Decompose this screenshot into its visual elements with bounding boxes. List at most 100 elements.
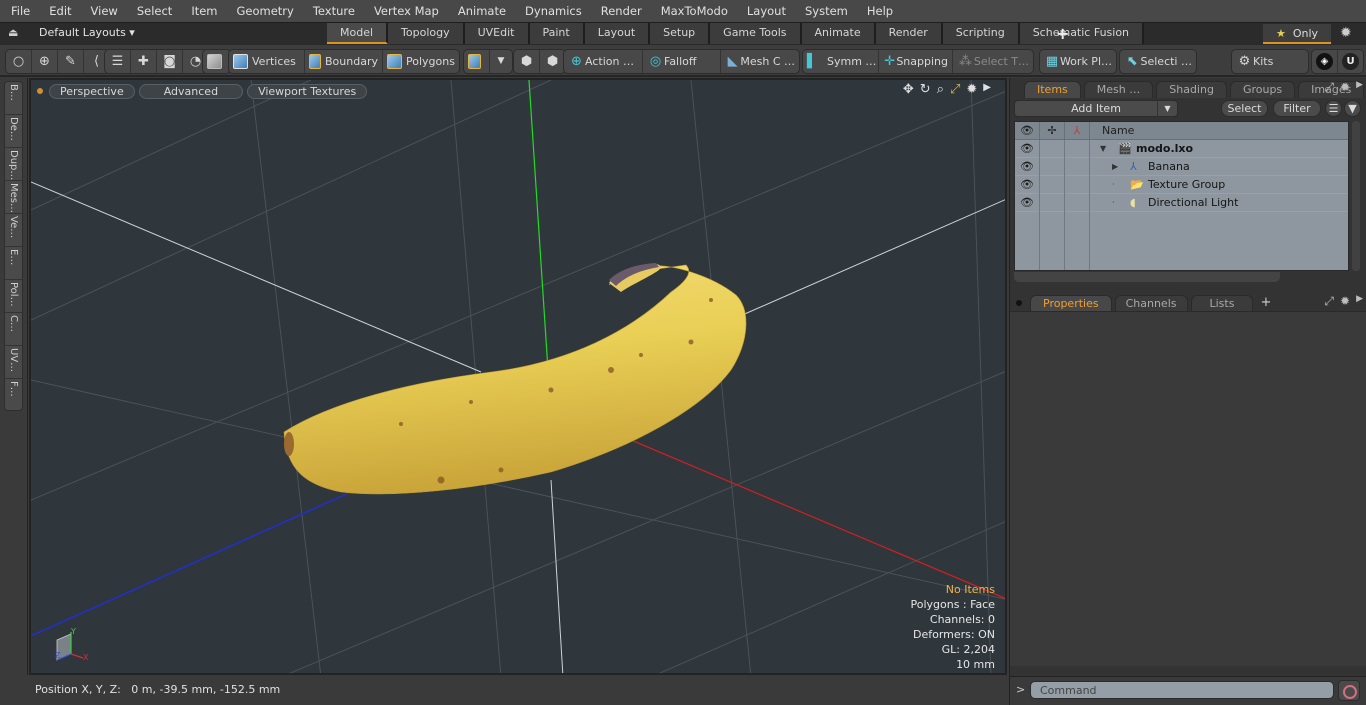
selection-sets-button[interactable]: ⬉ Selecti … xyxy=(1120,50,1196,73)
expand-panel-icon[interactable]: ⤢ xyxy=(1324,294,1334,309)
zoom-magnifier-icon[interactable]: ⌕ xyxy=(937,82,944,97)
tab-mesh[interactable]: Mesh … xyxy=(1083,81,1154,98)
add-properties-tab-button[interactable]: + xyxy=(1260,295,1271,310)
pan-move-icon[interactable]: ✥ xyxy=(903,82,914,97)
add-tab-button[interactable]: + xyxy=(1056,24,1069,43)
center-button[interactable]: ⬢ xyxy=(514,50,540,73)
tool-tab-vertex[interactable]: Ve… xyxy=(5,214,22,247)
unreal-button[interactable]: U xyxy=(1338,50,1363,73)
tab-uvedit[interactable]: UVEdit xyxy=(464,23,530,44)
mode-dropdown-button[interactable]: ▼ xyxy=(490,50,512,73)
locator-column-icon[interactable]: ⅄ xyxy=(1065,122,1090,139)
command-input[interactable] xyxy=(1030,681,1334,699)
inset-tool-button[interactable]: ◙ xyxy=(157,50,183,73)
menu-edit[interactable]: Edit xyxy=(38,4,79,18)
boundary-mode-button[interactable]: Boundary xyxy=(305,50,383,73)
tab-channels[interactable]: Channels xyxy=(1114,295,1188,312)
menu-system[interactable]: System xyxy=(794,4,856,18)
rotate-icon[interactable]: ↻ xyxy=(920,82,931,97)
lock-column-icon[interactable]: ✢ xyxy=(1040,122,1065,139)
viewport-gear-icon[interactable]: ✹ xyxy=(966,82,977,97)
viewport-arrow-right-icon[interactable]: ▶ xyxy=(983,82,991,97)
maximize-icon[interactable]: ⤢ xyxy=(950,82,960,97)
record-macro-icon[interactable] xyxy=(1338,680,1360,701)
visibility-column-icon[interactable]: 👁 xyxy=(1015,122,1040,139)
menu-geometry[interactable]: Geometry xyxy=(226,4,302,18)
snapping-button[interactable]: ✛ Snapping xyxy=(879,50,953,73)
workplane-button[interactable]: ▦ Work Pl… xyxy=(1040,50,1116,73)
tab-groups[interactable]: Groups xyxy=(1229,81,1296,98)
select-through-button[interactable]: ⁂ Select T… xyxy=(953,50,1033,73)
tab-properties[interactable]: Properties xyxy=(1030,295,1112,312)
panel-arrow-right-icon[interactable]: ▶ xyxy=(1356,80,1363,95)
panel-gear-icon[interactable]: ✹ xyxy=(1340,80,1350,95)
shading-mode-button[interactable]: Advanced xyxy=(138,83,244,99)
panel-arrow-right-icon[interactable]: ▶ xyxy=(1356,294,1363,309)
tool-tab-uv[interactable]: UV… xyxy=(5,346,22,379)
pen-tool-button[interactable]: ✎ xyxy=(58,50,84,73)
gear-icon[interactable]: ✹ xyxy=(1340,25,1352,41)
tab-items[interactable]: Items xyxy=(1024,81,1081,98)
view-mode-button[interactable]: Perspective xyxy=(49,83,135,99)
tab-topology[interactable]: Topology xyxy=(388,23,465,44)
bevel-tool-button[interactable]: ☰ xyxy=(105,50,131,73)
menu-vertex-map[interactable]: Vertex Map xyxy=(363,4,447,18)
tool-tab-curve[interactable]: C… xyxy=(5,313,22,346)
viewport-menu-dot-icon[interactable] xyxy=(37,88,43,94)
menu-animate[interactable]: Animate xyxy=(447,4,514,18)
menu-render[interactable]: Render xyxy=(590,4,650,18)
symmetry-button[interactable]: ▌ Symm … xyxy=(803,50,879,73)
panel-gear-icon[interactable]: ✹ xyxy=(1340,294,1350,309)
material-mode-button[interactable] xyxy=(464,50,490,73)
tab-game-tools[interactable]: Game Tools xyxy=(710,23,802,44)
menu-layout[interactable]: Layout xyxy=(736,4,794,18)
add-item-button[interactable]: Add Item ▼ xyxy=(1014,100,1178,117)
tool-tab-edge[interactable]: E… xyxy=(5,247,22,280)
tool-tab-polygon[interactable]: Pol… xyxy=(5,280,22,313)
tool-tab-basic[interactable]: B… xyxy=(5,82,22,115)
expand-up-icon[interactable]: ⏏ xyxy=(8,26,22,40)
tab-paint[interactable]: Paint xyxy=(529,23,585,44)
pivot-button[interactable]: ⬢ xyxy=(540,50,565,73)
tool-tab-deform[interactable]: De… xyxy=(5,115,22,148)
tool-tab-mesh-edit[interactable]: Mes… xyxy=(5,181,22,214)
kits-button[interactable]: ⚙ Kits xyxy=(1232,50,1308,73)
menu-dynamics[interactable]: Dynamics xyxy=(514,4,590,18)
tab-lists[interactable]: Lists xyxy=(1190,295,1254,312)
tree-vertical-scrollbar[interactable] xyxy=(1352,121,1360,271)
tab-scripting[interactable]: Scripting xyxy=(942,23,1020,44)
tab-shading[interactable]: Shading xyxy=(1156,81,1227,98)
sphere-tool-button[interactable]: ○ xyxy=(6,50,32,73)
items-mode-button[interactable] xyxy=(203,50,230,73)
polygons-mode-button[interactable]: Polygons xyxy=(383,50,459,73)
tree-horizontal-scrollbar[interactable] xyxy=(1014,272,1280,282)
collapse-triangle-icon[interactable]: ▼ xyxy=(1100,140,1118,157)
default-layouts-dropdown[interactable]: Default Layouts ▾ xyxy=(39,26,135,39)
filter-button[interactable]: Filter xyxy=(1273,100,1321,117)
vertices-mode-button[interactable]: Vertices xyxy=(229,50,305,73)
viewport-textures-button[interactable]: Viewport Textures xyxy=(247,83,368,99)
unity-button[interactable]: ◈ xyxy=(1312,50,1338,73)
tab-layout[interactable]: Layout xyxy=(584,23,651,44)
tab-model[interactable]: Model xyxy=(327,23,389,44)
extend-tool-button[interactable]: ✚ xyxy=(131,50,157,73)
menu-maxtomodo[interactable]: MaxToModo xyxy=(650,4,736,18)
menu-help[interactable]: Help xyxy=(856,4,901,18)
panel-menu-dot-icon[interactable] xyxy=(1016,300,1022,306)
tab-render[interactable]: Render xyxy=(875,23,943,44)
expand-triangle-icon[interactable]: ▶ xyxy=(1112,158,1130,175)
tab-schematic-fusion[interactable]: Schematic Fusion xyxy=(1019,23,1145,44)
menu-view[interactable]: View xyxy=(80,4,126,18)
select-button[interactable]: Select xyxy=(1221,100,1268,117)
list-options-icon[interactable]: ☰ xyxy=(1325,100,1342,117)
globe-tool-button[interactable]: ⊕ xyxy=(32,50,58,73)
add-item-dropdown-icon[interactable]: ▼ xyxy=(1157,101,1177,116)
tool-tab-duplicate[interactable]: Dup… xyxy=(5,148,22,181)
tool-tab-fusion[interactable]: F… xyxy=(5,379,22,412)
mesh-constraint-button[interactable]: ◣ Mesh C … xyxy=(721,50,799,73)
funnel-filter-icon[interactable]: ▼ xyxy=(1344,100,1361,117)
3d-viewport[interactable]: Perspective Advanced Viewport Textures ✥… xyxy=(29,78,1007,675)
falloff-button[interactable]: ◎ Falloff xyxy=(643,50,721,73)
tab-animate[interactable]: Animate xyxy=(801,23,876,44)
menu-select[interactable]: Select xyxy=(126,4,180,18)
